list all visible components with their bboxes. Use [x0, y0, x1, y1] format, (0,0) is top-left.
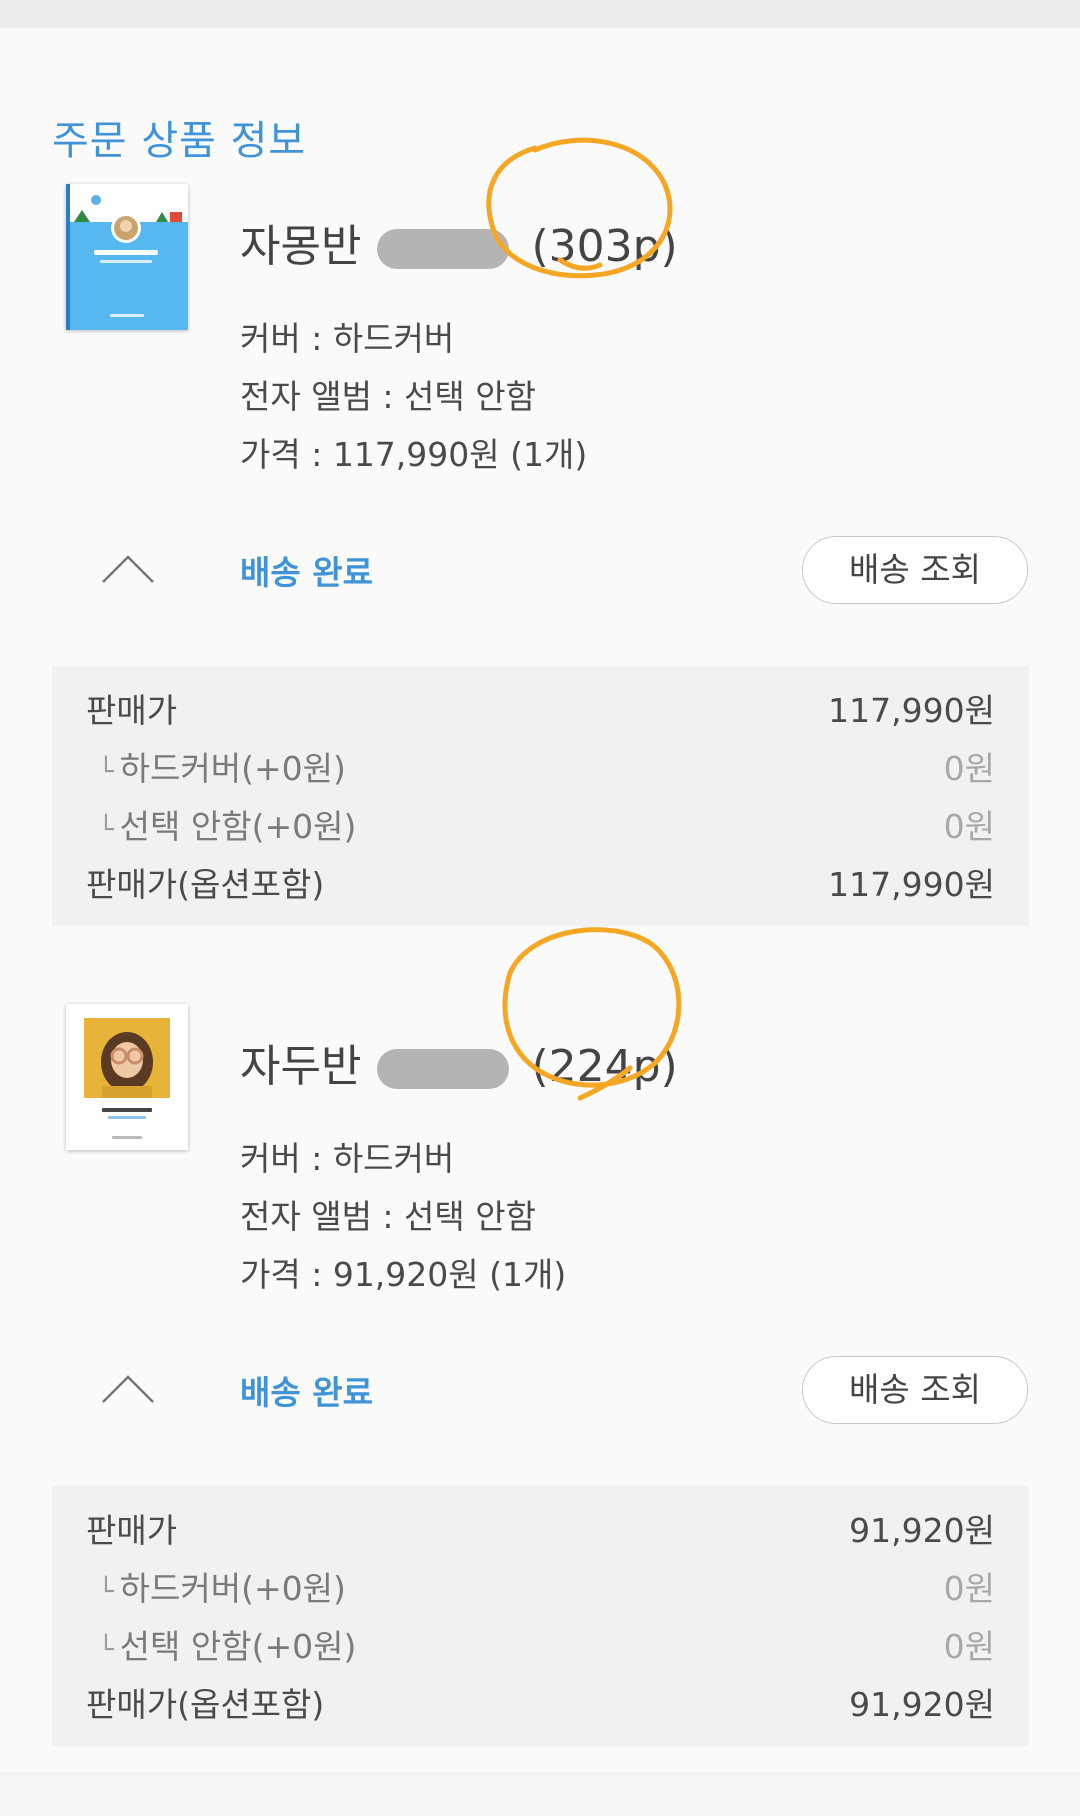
price-label: 선택 안함(+0원) — [119, 807, 357, 846]
corner-icon: └ — [98, 1577, 114, 1607]
price-label: 하드커버(+0원) — [119, 749, 346, 788]
price-label: 하드커버(+0원) — [119, 1569, 346, 1608]
item-price: 가격 : 91,920원 (1개) — [240, 1255, 567, 1294]
shipping-status: 배송 완료 — [240, 1373, 373, 1412]
corner-icon: └ — [98, 815, 114, 845]
price-row-total: 판매가(옵션포함) 117,990원 — [52, 858, 1029, 908]
track-shipping-button[interactable]: 배송 조회 — [802, 536, 1028, 604]
cover-option: 커버 : 하드커버 — [240, 319, 455, 358]
price-value: 0원 — [943, 1569, 995, 1608]
price-row-total: 판매가(옵션포함) 91,920원 — [52, 1678, 1029, 1728]
page-count: (224p) — [531, 1041, 678, 1092]
book-cover-image — [66, 184, 188, 330]
price-label: 선택 안함(+0원) — [119, 1627, 357, 1666]
price-row-sale: 판매가 91,920원 — [52, 1504, 1029, 1554]
product-title[interactable]: 자두반 (224p) — [240, 1030, 678, 1094]
price-value: 117,990원 — [828, 865, 995, 904]
price-value: 0원 — [943, 1627, 995, 1666]
price-value: 117,990원 — [828, 691, 995, 730]
price-label: 판매가 — [86, 691, 178, 730]
price-value: 91,920원 — [849, 1511, 995, 1550]
track-shipping-button[interactable]: 배송 조회 — [802, 1356, 1028, 1424]
page-count: (303p) — [531, 221, 678, 272]
book-cover-image — [66, 1004, 188, 1150]
redacted-name — [377, 1049, 510, 1089]
price-value: 0원 — [943, 807, 995, 846]
price-label: 판매가(옵션포함) — [86, 865, 325, 904]
price-row-cover: └ 하드커버(+0원) 0원 — [52, 742, 1029, 792]
corner-icon: └ — [98, 757, 114, 787]
price-breakdown: 판매가 91,920원 └ 하드커버(+0원) 0원 └ 선택 안함(+0원) 0원… — [52, 1486, 1029, 1746]
product-title-start: 자몽반 — [240, 221, 362, 272]
price-value: 0원 — [943, 749, 995, 788]
redacted-name — [377, 229, 510, 269]
price-row-album: └ 선택 안함(+0원) 0원 — [52, 1620, 1029, 1670]
bottom-strip — [0, 1772, 1080, 1816]
price-label: 판매가 — [86, 1511, 178, 1550]
product-title[interactable]: 자몽반 (303p) — [240, 210, 678, 274]
product-thumbnail[interactable] — [66, 1004, 188, 1150]
album-option: 전자 앨범 : 선택 안함 — [240, 377, 536, 416]
product-title-start: 자두반 — [240, 1041, 362, 1092]
price-label: 판매가(옵션포함) — [86, 1685, 325, 1724]
product-thumbnail[interactable] — [66, 184, 188, 330]
section-title: 주문 상품 정보 — [52, 118, 307, 164]
shipping-status: 배송 완료 — [240, 553, 373, 592]
price-breakdown: 판매가 117,990원 └ 하드커버(+0원) 0원 └ 선택 안함(+0원) 0… — [52, 666, 1029, 926]
album-option: 전자 앨범 : 선택 안함 — [240, 1197, 536, 1236]
top-bar — [0, 0, 1080, 28]
chevron-up-icon[interactable] — [100, 1372, 156, 1404]
item-price: 가격 : 117,990원 (1개) — [240, 435, 588, 474]
order-items-card: 주문 상품 정보 자몽반 (303p) 커버: 하드커버 전자 앨범: 선택… — [0, 28, 1080, 1772]
price-row-album: └ 선택 안함(+0원) 0원 — [52, 800, 1029, 850]
corner-icon: └ — [98, 1635, 114, 1665]
price-value: 91,920원 — [849, 1685, 995, 1724]
chevron-up-icon[interactable] — [100, 552, 156, 584]
price-row-cover: └ 하드커버(+0원) 0원 — [52, 1562, 1029, 1612]
price-row-sale: 판매가 117,990원 — [52, 684, 1029, 734]
cover-option: 커버 : 하드커버 — [240, 1139, 455, 1178]
